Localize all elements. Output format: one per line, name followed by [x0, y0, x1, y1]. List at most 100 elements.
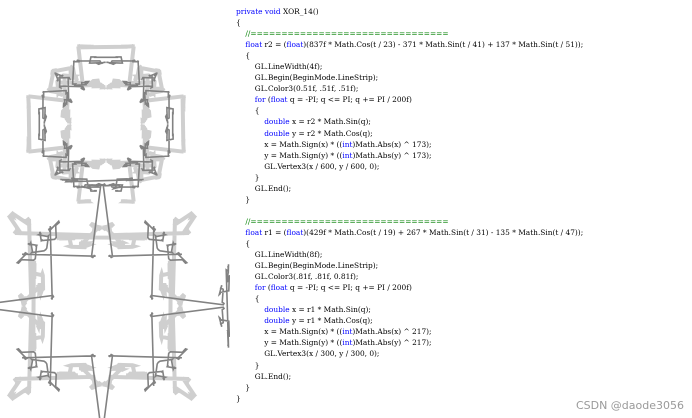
code-line: { — [236, 293, 583, 304]
code-text: )Math.Abs(x) ^ 217); — [352, 327, 432, 337]
code-keyword: int — [342, 150, 353, 160]
code-line: GL.LineWidth(4f); — [236, 61, 583, 72]
code-keyword: for — [254, 283, 266, 293]
code-line: } — [236, 360, 583, 371]
code-text: GL.LineWidth(4f); — [236, 62, 323, 72]
code-text: r2 = ( — [262, 40, 287, 50]
code-text: GL.Vertex3(x / 300, y / 300, 0); — [236, 349, 380, 359]
code-line: } — [236, 382, 583, 393]
code-keyword: double — [264, 128, 290, 138]
watermark: CSDN @daode3056 — [575, 399, 684, 412]
code-text: )(429f * Math.Cos(t / 19) + 267 * Math.S… — [303, 227, 584, 237]
code-text: r1 = ( — [262, 227, 287, 237]
code-text: y = r2 * Math.Cos(q); — [289, 128, 373, 138]
code-line: } — [236, 172, 583, 183]
code-line: GL.Color3(0.51f, .51f, .51f); — [236, 83, 583, 94]
code-keyword: float — [270, 283, 288, 293]
code-text: )(837f * Math.Cos(t / 23) - 371 * Math.S… — [303, 40, 584, 50]
code-line: double y = r1 * Math.Cos(q); — [236, 315, 583, 326]
code-text: GL.End(); — [236, 183, 292, 193]
code-line: { — [236, 105, 583, 116]
code-line: double x = r2 * Math.Sin(q); — [236, 116, 583, 127]
code-text: x = r2 * Math.Sin(q); — [289, 117, 371, 127]
code-line: y = Math.Sign(y) * ((int)Math.Abs(y) ^ 2… — [236, 337, 583, 348]
figure-bottom-light-curve — [6, 210, 198, 402]
code-text: { — [236, 51, 251, 61]
code-line: GL.LineWidth(8f); — [236, 249, 583, 260]
code-line: float r1 = (float)(429f * Math.Cos(t / 1… — [236, 227, 583, 238]
code-line: y = Math.Sign(y) * ((int)Math.Abs(y) ^ 1… — [236, 150, 583, 161]
code-text: } — [236, 172, 260, 182]
code-line: GL.Begin(BeginMode.LineStrip); — [236, 260, 583, 271]
figure-top-dark-curve — [38, 56, 174, 192]
code-text: GL.LineWidth(8f); — [236, 250, 323, 260]
code-line: x = Math.Sign(x) * ((int)Math.Abs(x) ^ 2… — [236, 326, 583, 337]
code-line: private void XOR_14() — [236, 6, 583, 17]
code-text: y = r1 * Math.Cos(q); — [289, 316, 373, 326]
code-text: q = -PI; q <= PI; q += PI / 200f) — [287, 283, 412, 293]
code-text: } — [236, 360, 260, 370]
code-keyword: float — [245, 40, 263, 50]
code-line: for (float q = -PI; q <= PI; q += PI / 2… — [236, 282, 583, 293]
code-text: x = Math.Sign(x) * (( — [236, 139, 343, 149]
figure-canvas — [0, 44, 230, 418]
figure-bottom-dark-curve — [0, 177, 230, 418]
code-line: { — [236, 50, 583, 61]
code-text: GL.Begin(BeginMode.LineStrip); — [236, 261, 379, 271]
code-line: //================================ — [236, 28, 583, 39]
code-line: x = Math.Sign(x) * ((int)Math.Abs(x) ^ 1… — [236, 139, 583, 150]
code-line: double y = r2 * Math.Cos(q); — [236, 128, 583, 139]
code-line: { — [236, 17, 583, 28]
code-line: { — [236, 238, 583, 249]
code-line: GL.Vertex3(x / 300, y / 300, 0); — [236, 348, 583, 359]
code-text: } — [236, 393, 241, 403]
code-text: GL.Begin(BeginMode.LineStrip); — [236, 73, 379, 83]
figure-panel — [0, 0, 230, 418]
code-line: GL.Begin(BeginMode.LineStrip); — [236, 72, 583, 83]
code-text: XOR_14() — [280, 7, 319, 16]
code-text: GL.Color3(.81f, .81f, 0.81f); — [236, 272, 359, 282]
code-keyword: double — [264, 117, 290, 127]
code-keyword: double — [264, 316, 290, 326]
figure-top-light-curve — [26, 44, 186, 204]
code-keyword: int — [342, 338, 353, 348]
code-keyword: for — [254, 95, 266, 105]
code-line: double x = r1 * Math.Sin(q); — [236, 304, 583, 315]
code-comment: //================================ — [236, 29, 449, 39]
code-line: } — [236, 194, 583, 205]
code-text: { — [236, 18, 241, 28]
code-text: )Math.Abs(y) ^ 173); — [352, 150, 432, 160]
code-keyword: private void — [236, 7, 281, 16]
code-line: for (float q = -PI; q <= PI; q += PI / 2… — [236, 94, 583, 105]
code-text: } — [236, 194, 251, 204]
code-comment: //================================ — [236, 216, 449, 226]
code-text: )Math.Abs(x) ^ 173); — [352, 139, 432, 149]
code-listing: private void XOR_14(){ //===============… — [236, 6, 583, 404]
code-line: GL.End(); — [236, 183, 583, 194]
code-line: GL.Color3(.81f, .81f, 0.81f); — [236, 271, 583, 282]
code-text: } — [236, 382, 251, 392]
code-text: GL.Vertex3(x / 600, y / 600, 0); — [236, 161, 380, 171]
code-keyword: int — [342, 139, 353, 149]
code-line: GL.End(); — [236, 371, 583, 382]
code-text: { — [236, 238, 251, 248]
code-text: GL.End(); — [236, 371, 292, 381]
code-line: //================================ — [236, 216, 583, 227]
code-text: { — [236, 294, 260, 304]
code-keyword: float — [286, 227, 304, 237]
code-keyword: float — [286, 40, 304, 50]
code-line: } — [236, 393, 583, 404]
code-text: y = Math.Sign(y) * (( — [236, 338, 343, 348]
code-keyword: float — [270, 95, 288, 105]
code-text: x = r1 * Math.Sin(q); — [289, 305, 371, 315]
code-text: )Math.Abs(y) ^ 217); — [352, 338, 432, 348]
code-text: y = Math.Sign(y) * (( — [236, 150, 343, 160]
